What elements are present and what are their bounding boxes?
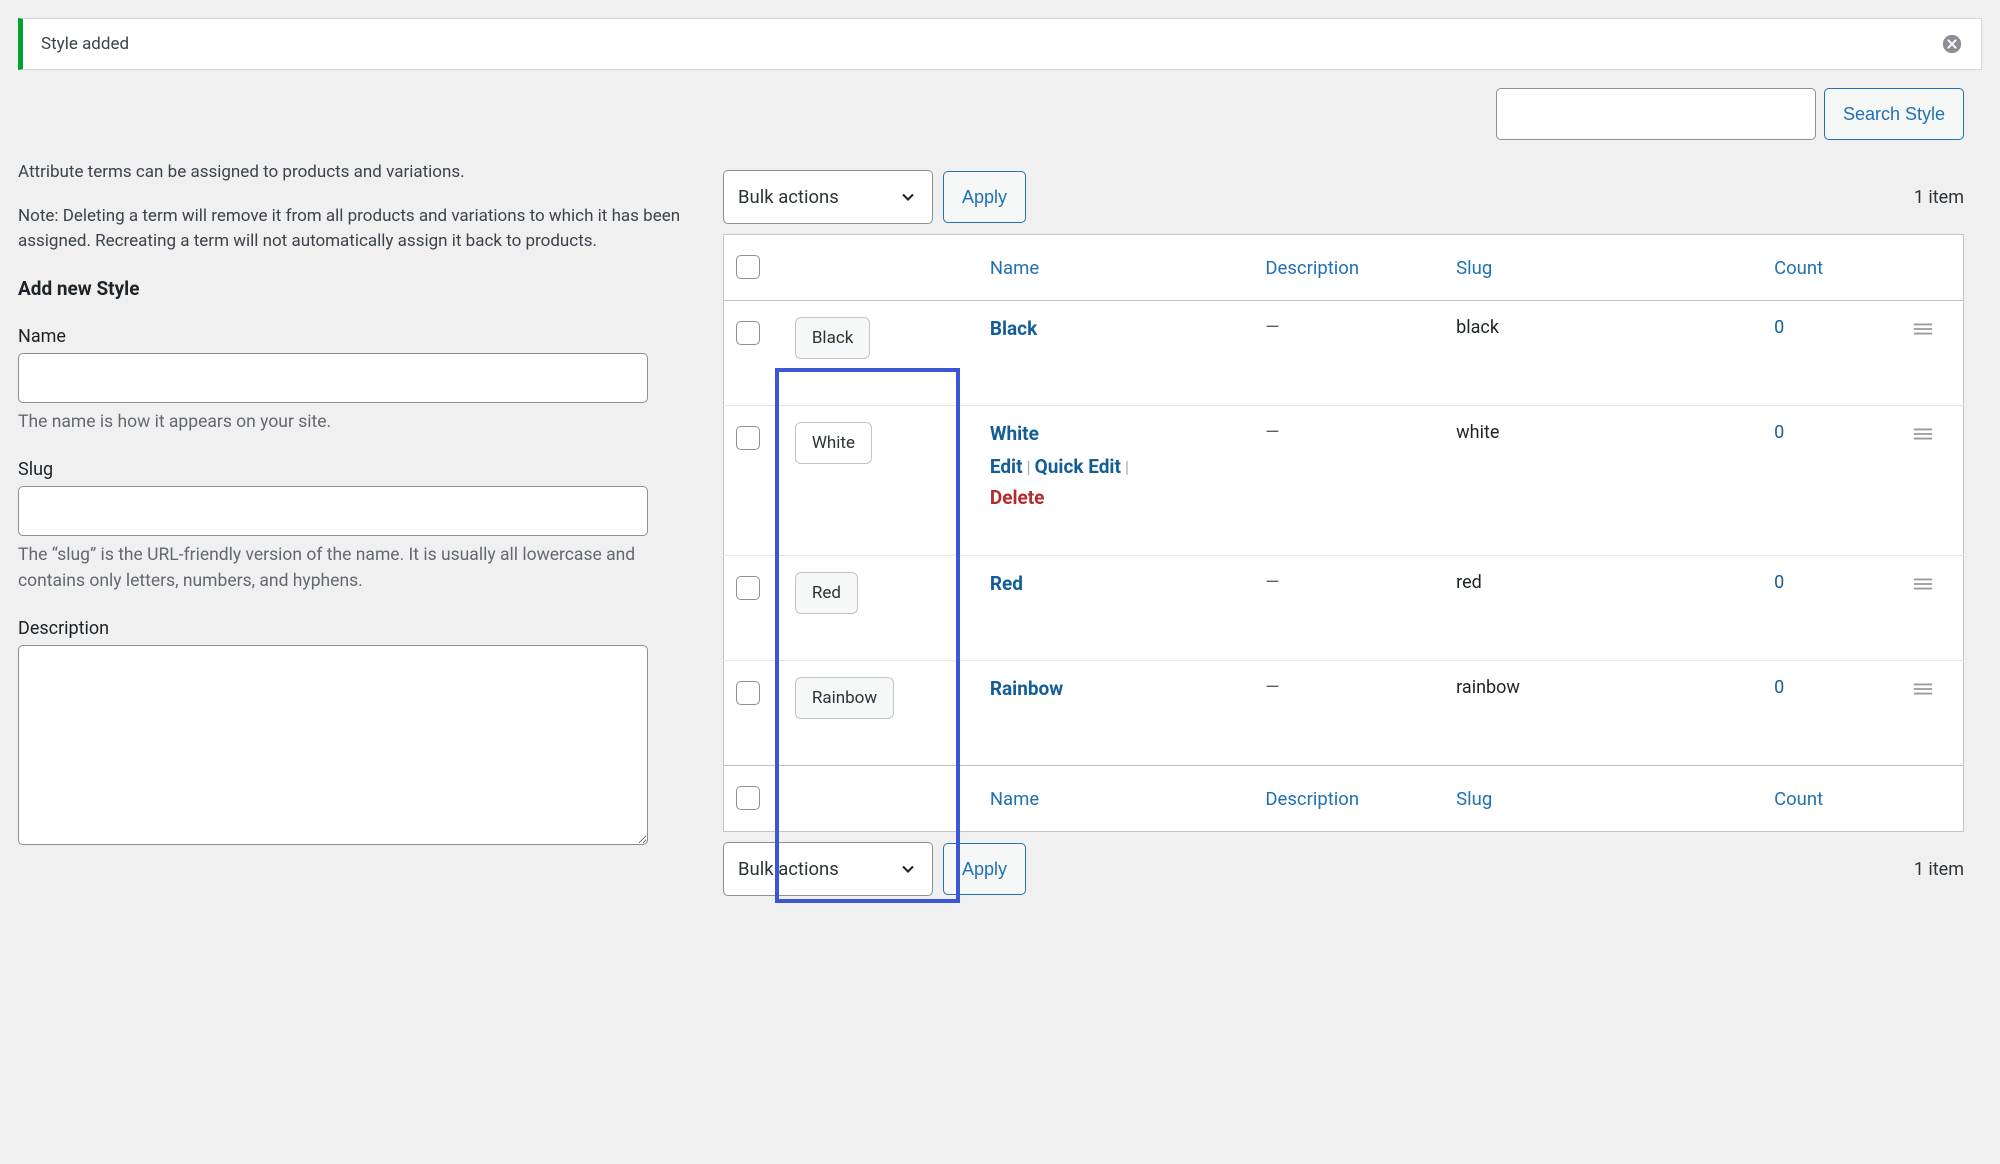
term-name-link[interactable]: Black [990,317,1037,340]
drag-handle-icon[interactable] [1912,321,1934,337]
description-value: — [1265,422,1279,443]
footer-description[interactable]: Description [1253,766,1444,832]
header-slug[interactable]: Slug [1444,235,1762,301]
apply-button-bottom[interactable]: Apply [943,843,1026,895]
chevron-down-icon [898,187,918,207]
drag-handle-icon[interactable] [1912,681,1934,697]
notice-success: Style added [18,18,1982,70]
table-row: White White Edit|Quick Edit|Delete — white 0 [724,406,1964,556]
notice-text: Style added [41,34,129,54]
bulk-actions-select-bottom[interactable]: Bulk actions [723,842,933,896]
slug-label: Slug [18,459,683,480]
terms-table: Name Description Slug Count Black Black Ed… [723,234,1964,832]
header-description[interactable]: Description [1253,235,1444,301]
footer-name[interactable]: Name [978,766,1254,832]
name-input[interactable] [18,353,648,403]
search-input[interactable] [1496,88,1816,140]
count-link[interactable]: 0 [1774,677,1784,698]
item-count: 1 item [1914,187,1964,208]
description-value: — [1265,317,1279,338]
count-link[interactable]: 0 [1774,572,1784,593]
footer-count[interactable]: Count [1762,766,1900,832]
drag-handle-icon[interactable] [1912,576,1934,592]
intro-text: Attribute terms can be assigned to produ… [18,160,683,255]
slug-value: white [1444,406,1762,556]
chevron-down-icon [898,859,918,879]
quick-edit-link[interactable]: Quick Edit [1035,455,1121,478]
term-name-link[interactable]: Rainbow [990,677,1063,700]
select-all-checkbox-top[interactable] [736,255,760,279]
slug-value: red [1444,556,1762,661]
name-help-text: The name is how it appears on your site. [18,409,683,435]
edit-link[interactable]: Edit [990,455,1023,478]
form-heading: Add new Style [18,277,683,300]
bulk-actions-select[interactable]: Bulk actions [723,170,933,224]
apply-button[interactable]: Apply [943,171,1026,223]
table-row: RedRedEdit|Quick Edit|Delete—red0 [724,556,1964,661]
term-name-link[interactable]: White [990,422,1039,445]
row-actions: Edit|Quick Edit|Delete [990,455,1242,509]
search-button[interactable]: Search Style [1824,88,1964,140]
slug-value: rainbow [1444,661,1762,766]
row-checkbox[interactable] [736,576,760,600]
drag-handle-icon[interactable] [1912,426,1934,442]
item-count-bottom: 1 item [1914,859,1964,880]
description-label: Description [18,618,683,639]
delete-link[interactable]: Delete [990,486,1242,509]
header-count[interactable]: Count [1762,235,1900,301]
term-name-link[interactable]: Red [990,572,1023,595]
select-all-checkbox-bottom[interactable] [736,786,760,810]
count-link[interactable]: 0 [1774,422,1784,443]
header-name[interactable]: Name [978,235,1254,301]
swatch-button[interactable]: Black [795,317,871,359]
swatch-button[interactable]: Red [795,572,858,614]
footer-slug[interactable]: Slug [1444,766,1762,832]
description-textarea[interactable] [18,645,648,845]
description-value: — [1265,677,1279,698]
row-checkbox[interactable] [736,426,760,450]
slug-help-text: The “slug” is the URL-friendly version o… [18,542,683,595]
count-link[interactable]: 0 [1774,317,1784,338]
table-row: RainbowRainbowEdit|Quick Edit|Delete—rai… [724,661,1964,766]
swatch-button[interactable]: White [795,422,872,464]
slug-input[interactable] [18,486,648,536]
close-icon[interactable] [1941,33,1963,55]
slug-value: black [1444,301,1762,406]
row-checkbox[interactable] [736,321,760,345]
swatch-button[interactable]: Rainbow [795,677,894,719]
table-row: BlackBlackEdit|Quick Edit|Delete—black0 [724,301,1964,406]
row-checkbox[interactable] [736,681,760,705]
description-value: — [1265,572,1279,593]
name-label: Name [18,326,683,347]
